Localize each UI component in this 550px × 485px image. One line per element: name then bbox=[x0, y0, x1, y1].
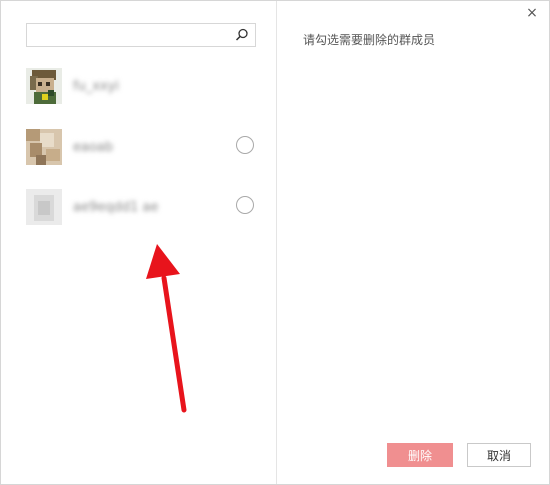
member-item[interactable]: fu_xxyi bbox=[1, 68, 276, 118]
member-list-pane: fu_xxyi eaoab ae9eqdd1 ae bbox=[1, 1, 277, 484]
member-select-radio[interactable] bbox=[236, 136, 254, 154]
member-name: eaoab bbox=[73, 140, 114, 155]
member-item[interactable]: eaoab bbox=[1, 129, 276, 179]
avatar bbox=[26, 189, 62, 225]
avatar bbox=[26, 68, 62, 104]
member-item[interactable]: ae9eqdd1 ae bbox=[1, 189, 276, 239]
search-box[interactable] bbox=[26, 23, 256, 47]
hint-text: 请勾选需要删除的群成员 bbox=[303, 33, 436, 47]
remove-members-dialog: fu_xxyi eaoab ae9eqdd1 ae 请勾选需要删除的群成员 × … bbox=[0, 0, 550, 485]
delete-button[interactable]: 删除 bbox=[387, 443, 453, 467]
member-select-radio[interactable] bbox=[236, 196, 254, 214]
search-icon[interactable] bbox=[235, 28, 249, 42]
cancel-button[interactable]: 取消 bbox=[467, 443, 531, 467]
member-name: fu_xxyi bbox=[73, 79, 120, 94]
avatar bbox=[26, 129, 62, 165]
close-icon[interactable]: × bbox=[525, 6, 539, 20]
member-name: ae9eqdd1 ae bbox=[73, 200, 159, 215]
search-input[interactable] bbox=[31, 26, 235, 44]
